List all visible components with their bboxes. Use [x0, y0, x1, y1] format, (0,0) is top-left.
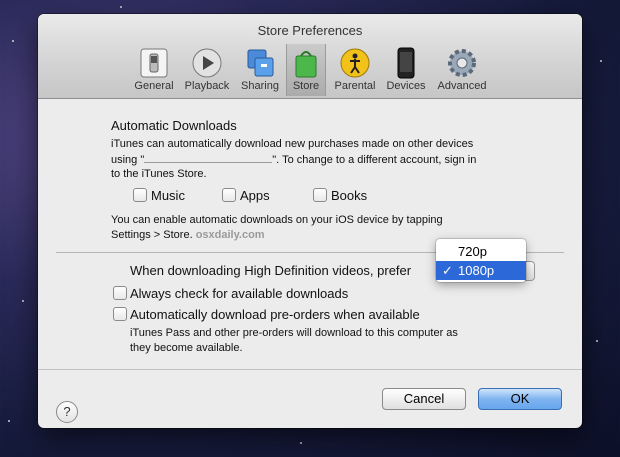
footer-divider	[38, 369, 582, 370]
apps-label: Apps	[240, 188, 270, 203]
auto-downloads-heading: Automatic Downloads	[111, 118, 237, 133]
toolbar-parental[interactable]: Parental	[330, 44, 380, 96]
advanced-gear-icon	[448, 49, 476, 77]
toolbar-advanced[interactable]: Advanced	[434, 44, 490, 96]
account-blank	[144, 153, 273, 163]
store-bag-icon	[295, 51, 317, 78]
playback-icon	[192, 48, 222, 78]
ok-button[interactable]: OK	[478, 388, 562, 410]
hd-resolution-popup-menu[interactable]: 720p ✓ 1080p	[436, 239, 526, 282]
hd-preference-label: When downloading High Definition videos,…	[130, 263, 412, 278]
always-check-checkbox[interactable]	[113, 286, 127, 300]
apps-checkbox[interactable]	[222, 188, 236, 202]
toolbar-sharing[interactable]: Sharing	[236, 44, 284, 96]
music-label: Music	[151, 188, 185, 203]
toolbar-advanced-label: Advanced	[437, 80, 487, 92]
preferences-window: Store Preferences General Playback Shari	[38, 14, 582, 428]
toolbar-general[interactable]: General	[130, 44, 178, 96]
preorders-label: Automatically download pre-orders when a…	[130, 307, 420, 322]
option-720p[interactable]: 720p	[436, 242, 526, 261]
parental-icon	[340, 48, 370, 78]
toolbar-playback-label: Playback	[184, 80, 230, 92]
desc-line2-prefix: using "	[111, 154, 145, 166]
cancel-button[interactable]: Cancel	[382, 388, 466, 410]
books-label: Books	[331, 188, 368, 203]
ios-note-line2: Settings > Store. osxdaily.com	[111, 229, 265, 241]
books-checkbox[interactable]	[313, 188, 327, 202]
auto-downloads-desc-line1: iTunes can automatically download new pu…	[111, 138, 474, 150]
window-titlebar: Store Preferences General Playback Shari	[38, 14, 582, 99]
ios-note-line1: You can enable automatic downloads on yo…	[111, 214, 443, 226]
checkmark-icon: ✓	[442, 263, 453, 278]
toolbar-devices[interactable]: Devices	[382, 44, 430, 96]
desc-line2-suffix: ". To change to a different account, sig…	[272, 154, 477, 166]
preorders-checkbox[interactable]	[113, 307, 127, 321]
toolbar-store-label: Store	[292, 80, 320, 92]
toolbar-playback[interactable]: Playback	[180, 44, 234, 96]
preorders-note-line2: they become available.	[130, 342, 243, 354]
option-1080p[interactable]: ✓ 1080p	[436, 261, 526, 280]
devices-icon	[397, 47, 415, 79]
auto-downloads-desc-line2: using " ". To change to a different accou…	[111, 153, 476, 166]
watermark: osxdaily.com	[195, 229, 265, 241]
toolbar-general-label: General	[134, 80, 174, 92]
preorders-note-line1: iTunes Pass and other pre-orders will do…	[130, 327, 458, 339]
window-title: Store Preferences	[257, 23, 363, 38]
toolbar-store[interactable]: Store	[286, 44, 326, 96]
toolbar-devices-label: Devices	[386, 80, 426, 92]
always-check-label: Always check for available downloads	[130, 286, 349, 301]
help-button[interactable]: ?	[56, 401, 78, 423]
toolbar-parental-label: Parental	[334, 80, 376, 92]
auto-downloads-desc-line3: to the iTunes Store.	[111, 168, 207, 180]
toolbar-sharing-label: Sharing	[241, 80, 279, 92]
music-checkbox[interactable]	[133, 188, 147, 202]
general-switch-icon	[140, 48, 168, 78]
sharing-icon	[247, 49, 274, 77]
ios-note-settings: Settings > Store.	[111, 229, 193, 241]
